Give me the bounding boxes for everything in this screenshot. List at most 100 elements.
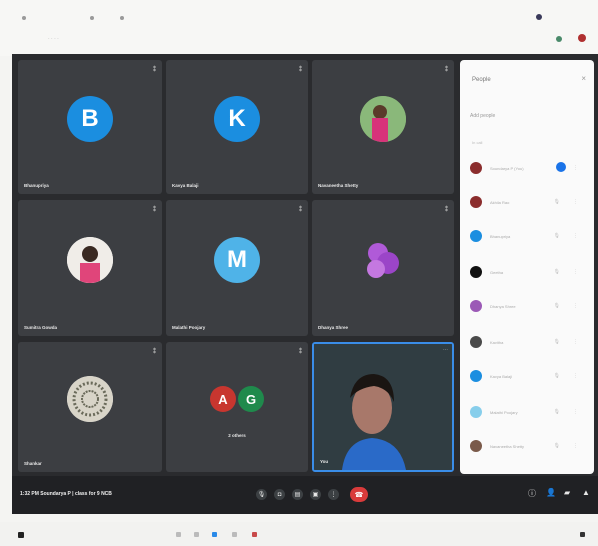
person-photo-icon — [67, 236, 113, 283]
taskbar-app-icon[interactable] — [212, 532, 217, 537]
participant-name: Bhanupriya — [490, 234, 511, 239]
avatar: B — [67, 95, 113, 142]
mic-off-icon: 🎙 — [553, 199, 560, 205]
tab-icon[interactable] — [90, 16, 94, 20]
participant-row[interactable]: Kavitha 🎙 ⋮ — [468, 336, 588, 350]
participant-tile[interactable]: ⁑ Sumitra Gowda — [18, 200, 162, 336]
speaking-icon — [556, 162, 566, 172]
participant-name: Dhanya Shree — [490, 304, 516, 309]
avatar — [470, 230, 482, 242]
mic-off-icon: 🎙 — [553, 443, 560, 449]
participant-row[interactable]: Soundarya P (You) ⋮ — [468, 162, 588, 176]
avatar — [470, 406, 482, 418]
system-tray-icon[interactable] — [580, 532, 585, 537]
avatar — [470, 440, 482, 452]
taskbar-app-icon[interactable] — [176, 532, 181, 537]
participant-tile[interactable]: ⁑ A G 2 others — [166, 342, 308, 472]
profile-avatar[interactable] — [578, 34, 586, 42]
os-taskbar — [0, 522, 598, 546]
more-icon[interactable]: ⋮ — [573, 303, 578, 309]
self-video-tile[interactable]: ⋯ You — [312, 342, 454, 472]
participant-row[interactable]: Malathi Poojary 🎙 ⋮ — [468, 406, 588, 420]
avatar: G — [238, 386, 264, 413]
avatar — [470, 162, 482, 174]
participant-tile[interactable]: ⁑ Navaneetha Shetty — [312, 60, 454, 194]
mic-off-icon: 🎙 — [553, 339, 560, 345]
participant-tile[interactable]: ⁑ Dhanya Shree — [312, 200, 454, 336]
participant-row[interactable]: Bhanupriya 🎙 ⋮ — [468, 230, 588, 244]
mic-off-icon: 🎙 — [553, 233, 560, 239]
mic-off-icon: ⁑ — [153, 67, 156, 73]
self-video-feed — [314, 344, 452, 470]
activities-icon[interactable]: ▲ — [582, 488, 590, 497]
avatar — [470, 370, 482, 382]
participant-name: Navaneetha Shetty — [318, 183, 359, 188]
more-icon[interactable]: ⋮ — [573, 373, 578, 379]
tab-icon[interactable] — [22, 16, 26, 20]
profile-photo — [67, 236, 113, 283]
profile-photo — [67, 376, 113, 423]
more-icon[interactable]: ⋮ — [573, 199, 578, 205]
meeting-title: Soundarya P | class for 9 NCB — [40, 491, 112, 497]
meeting-time-and-title: 1:32 PM Soundarya P | class for 9 NCB — [20, 491, 112, 497]
more-icon[interactable]: ⋮ — [573, 409, 578, 415]
tab-icon[interactable] — [120, 16, 124, 20]
start-icon[interactable] — [18, 532, 24, 538]
avatar-initial: M — [227, 245, 247, 273]
participant-row[interactable]: Akhila Rao 🎙 ⋮ — [468, 196, 588, 210]
avatar: M — [214, 236, 260, 283]
flower-photo-icon — [367, 242, 399, 278]
tile-menu-icon[interactable]: ⋯ — [443, 347, 448, 353]
participant-name: Shankar — [24, 461, 42, 466]
participant-tile[interactable]: ⁑ K Kavya Balaji — [166, 60, 308, 194]
close-icon[interactable]: × — [581, 74, 586, 83]
avatar-initial: B — [81, 104, 99, 132]
participant-name: 2 others — [228, 433, 246, 438]
participant-name: Dhanya Shree — [318, 325, 349, 330]
chat-icon[interactable]: ▰ — [564, 488, 570, 497]
camera-button[interactable]: ◘ — [274, 489, 285, 500]
add-people-button[interactable]: Add people — [470, 113, 495, 119]
section-label: In call — [472, 140, 483, 145]
pattern-photo-icon — [67, 376, 113, 423]
taskbar-app-icon[interactable] — [232, 532, 237, 537]
browser-chrome: · · · · — [0, 0, 598, 56]
participant-row[interactable]: Kavya Balaji 🎙 ⋮ — [468, 370, 588, 384]
more-icon[interactable]: ⋮ — [573, 165, 578, 171]
participant-row[interactable]: Navaneetha Shetty 🎙 ⋮ — [468, 440, 588, 454]
group-avatars: A G — [210, 386, 264, 413]
taskbar-app-icon[interactable] — [194, 532, 199, 537]
mic-off-icon: ⁑ — [299, 67, 302, 73]
avatar — [470, 300, 482, 312]
people-icon[interactable]: 👤 — [546, 488, 556, 497]
end-call-button[interactable]: ☎ — [350, 487, 368, 502]
participant-tile[interactable]: ⁑ B Bhanupriya — [18, 60, 162, 194]
more-icon[interactable]: ⋮ — [573, 233, 578, 239]
more-icon[interactable]: ⋮ — [573, 443, 578, 449]
participant-name: Sumitra Gowda — [24, 325, 58, 330]
avatar-initial: A — [218, 391, 228, 407]
participant-row[interactable]: Geetha 🎙 ⋮ — [468, 266, 588, 280]
participant-name: Navaneetha Shetty — [490, 444, 525, 449]
panel-title: People — [472, 77, 491, 83]
participant-name: Geetha — [490, 270, 504, 275]
info-icon[interactable]: ⓘ — [528, 488, 536, 499]
taskbar-app-icon[interactable] — [252, 532, 257, 537]
captions-button[interactable]: ▤ — [292, 489, 303, 500]
more-icon[interactable]: ⋮ — [573, 269, 578, 275]
profile-photo — [360, 95, 406, 142]
participant-tile[interactable]: ⁑ Shankar — [18, 342, 162, 472]
participant-tile[interactable]: ⁑ M Malathi Poojary — [166, 200, 308, 336]
present-button[interactable]: ▣ — [310, 489, 321, 500]
address-bar[interactable]: · · · · — [48, 36, 59, 42]
mic-button[interactable]: 🎙 — [256, 489, 267, 500]
meeting-time: 1:32 PM — [20, 491, 39, 497]
participant-name: Kavya Balaji — [172, 183, 199, 188]
participant-row[interactable]: Dhanya Shree 🎙 ⋮ — [468, 300, 588, 314]
more-options-button[interactable]: ⋮ — [328, 489, 339, 500]
mic-off-icon: ⁑ — [153, 349, 156, 355]
more-icon[interactable]: ⋮ — [573, 339, 578, 345]
extension-icon[interactable] — [536, 14, 542, 20]
extension-icon[interactable] — [556, 36, 562, 42]
mic-off-icon: 🎙 — [553, 409, 560, 415]
